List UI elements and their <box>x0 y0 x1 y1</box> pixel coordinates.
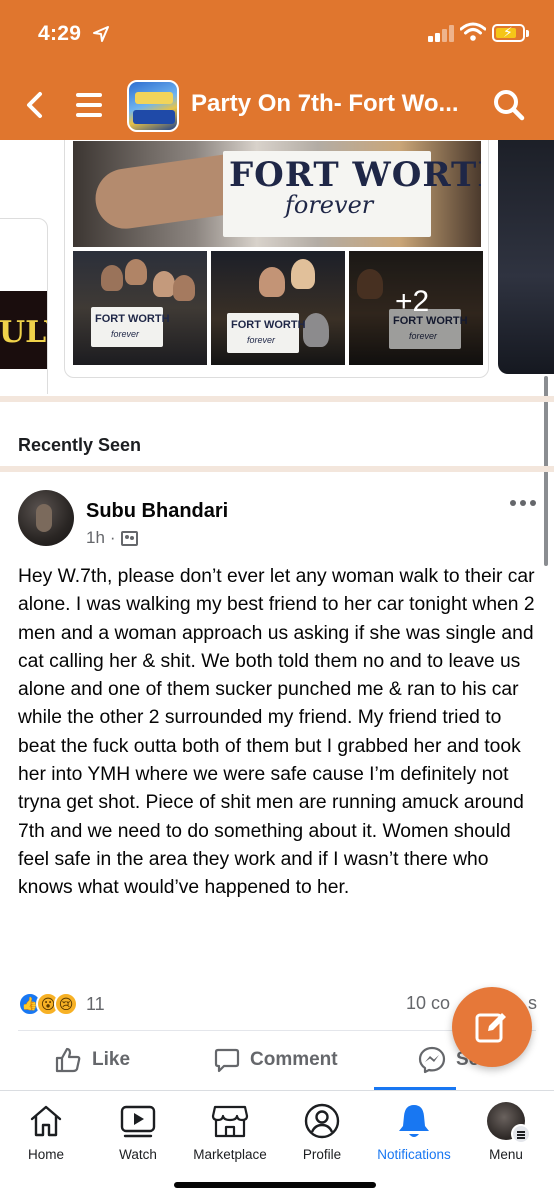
group-avatar[interactable] <box>127 80 179 132</box>
watch-icon <box>120 1105 156 1138</box>
like-button[interactable]: Like <box>54 1042 130 1078</box>
sad-reaction-icon: 😢 <box>54 992 78 1016</box>
post-meta: 1h · <box>86 528 138 548</box>
post-options-button[interactable] <box>510 494 540 512</box>
photo-thumbnail-more[interactable]: FORT WORTH forever +2 <box>349 251 483 365</box>
photo-thumbnail[interactable]: FORT WORTH forever <box>211 251 345 365</box>
photo-main[interactable]: FORT WORTH forever <box>73 141 481 247</box>
more-photos-count: +2 <box>395 285 430 318</box>
meta-separator: · <box>109 528 116 547</box>
home-indicator[interactable] <box>174 1182 376 1188</box>
cellular-signal-icon <box>428 25 456 42</box>
home-icon <box>30 1105 62 1137</box>
reaction-summary[interactable]: 👍 😮 😢 11 <box>18 992 105 1016</box>
bell-icon <box>399 1105 429 1137</box>
like-icon <box>55 1047 81 1073</box>
post-author-name[interactable]: Subu Bhandari <box>86 500 228 523</box>
carousel-card-next[interactable] <box>498 140 554 374</box>
group-title[interactable]: Party On 7th- Fort Wo... <box>191 90 459 118</box>
reaction-count: 11 <box>86 993 105 1014</box>
battery-icon: ⚡ <box>492 24 529 42</box>
status-time: 4:29 <box>38 22 82 45</box>
carousel-card-photos[interactable]: FORT WORTH forever FORT WORTH forever FO… <box>64 140 489 378</box>
tab-marketplace[interactable]: Marketplace <box>184 1101 276 1171</box>
tab-profile[interactable]: Profile <box>276 1101 368 1171</box>
tab-watch[interactable]: Watch <box>92 1101 184 1171</box>
active-tab-indicator <box>374 1087 456 1090</box>
comment-icon <box>214 1048 240 1073</box>
status-bar: 4:29 ⚡ <box>0 0 554 70</box>
wifi-icon <box>460 22 486 41</box>
search-icon[interactable] <box>492 88 526 122</box>
post-timestamp[interactable]: 1h <box>86 528 105 548</box>
profile-icon <box>304 1103 340 1139</box>
post-body-text: Hey W.7th, please don’t ever let any wom… <box>18 566 535 899</box>
section-heading-recently-seen: Recently Seen <box>18 435 142 455</box>
event-poster-image: ULY <box>0 291 47 369</box>
hamburger-badge-icon <box>511 1124 531 1144</box>
back-button[interactable] <box>20 88 50 122</box>
hamburger-menu-button[interactable] <box>76 92 104 118</box>
group-audience-icon <box>120 530 138 546</box>
location-arrow-icon <box>93 26 109 42</box>
section-divider <box>0 396 554 402</box>
tab-home[interactable]: Home <box>0 1101 92 1171</box>
fort-worth-sign: FORT WORTH forever <box>223 151 481 237</box>
photo-thumbnail[interactable]: FORT WORTH forever <box>73 251 207 365</box>
photo-carousel[interactable]: ULY FORT WORTH forever FORT WORTH foreve… <box>0 140 554 394</box>
app-header: 4:29 ⚡ Party On 7th- Fort Wo... <box>0 0 554 140</box>
menu-avatar-icon <box>487 1102 531 1144</box>
group-navbar: Party On 7th- Fort Wo... <box>0 72 554 140</box>
comment-button[interactable]: Comment <box>214 1042 338 1078</box>
marketplace-icon <box>211 1105 249 1138</box>
author-avatar[interactable] <box>18 490 74 546</box>
edit-icon <box>475 1013 506 1043</box>
compose-post-button[interactable] <box>452 987 532 1067</box>
section-divider <box>0 466 554 472</box>
tab-notifications[interactable]: Notifications <box>368 1101 460 1171</box>
messenger-icon <box>418 1046 446 1074</box>
carousel-card-previous[interactable]: ULY <box>0 218 48 394</box>
tab-menu[interactable]: Menu <box>460 1101 552 1171</box>
